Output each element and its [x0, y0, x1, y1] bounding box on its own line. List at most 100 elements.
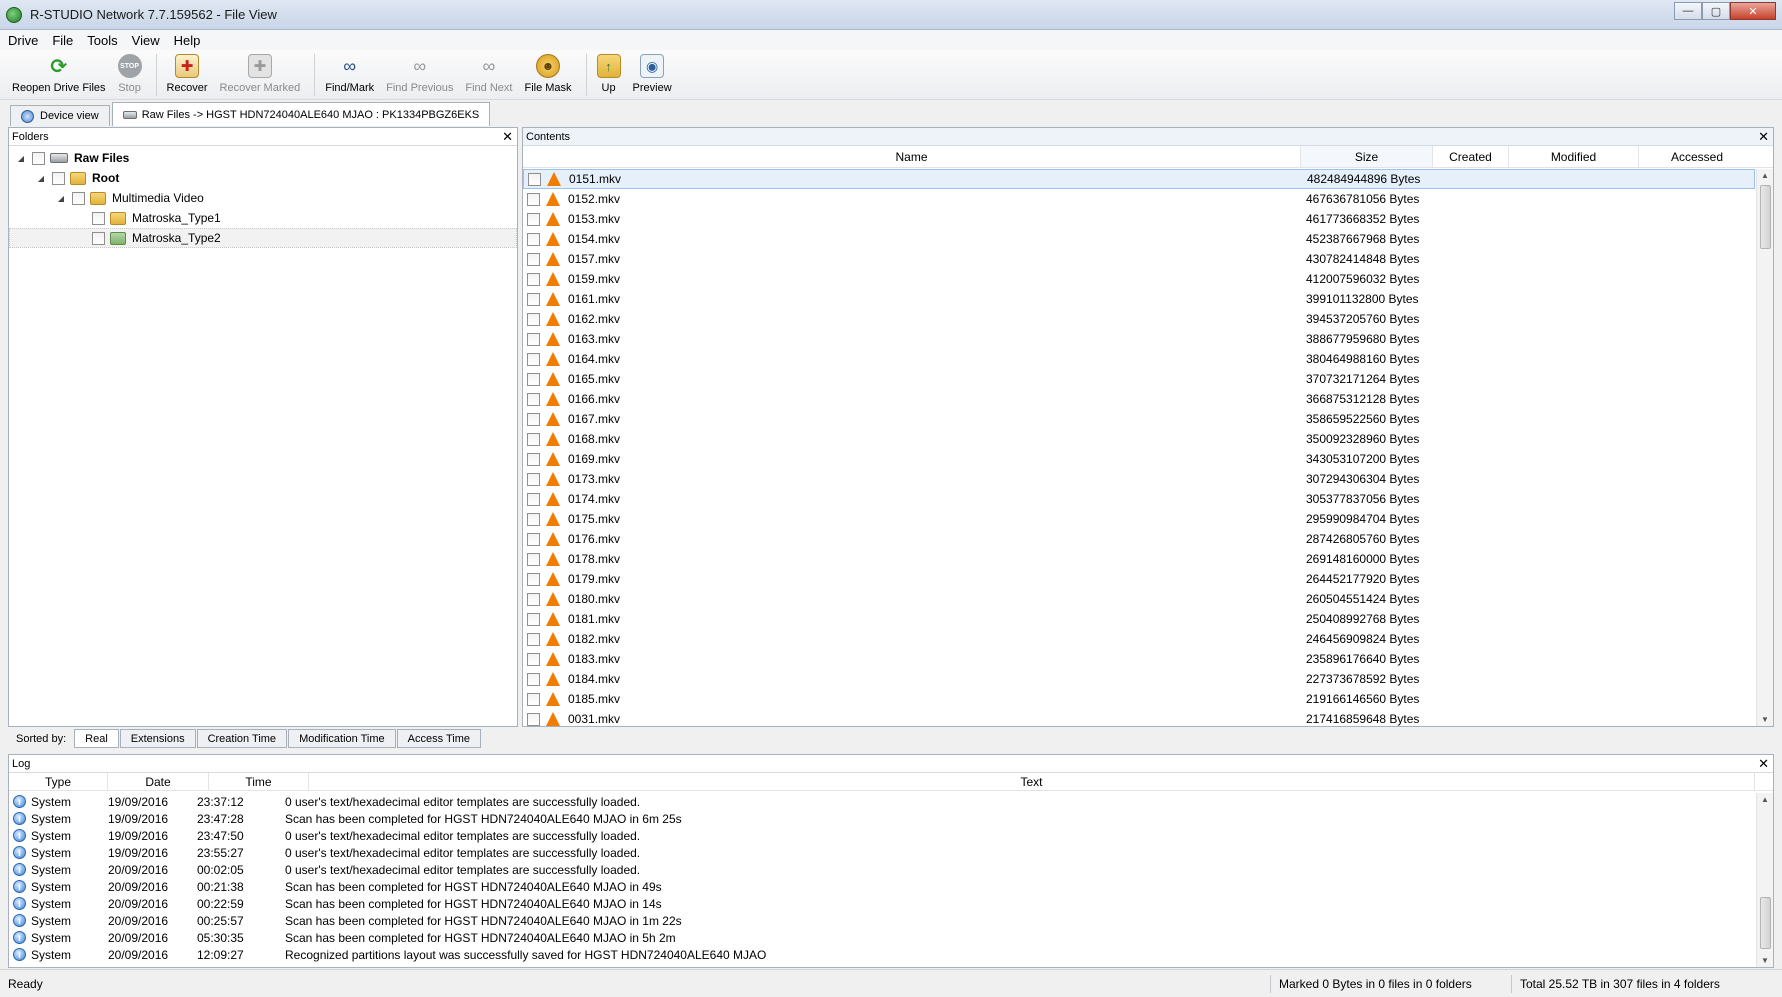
checkbox[interactable]	[92, 211, 105, 225]
find-next-button[interactable]: ∞ Find Next	[461, 54, 516, 95]
checkbox[interactable]	[527, 692, 540, 706]
checkbox[interactable]	[527, 652, 540, 666]
file-row[interactable]: 0179.mkv 264452177920 Bytes	[523, 569, 1755, 589]
file-row[interactable]: 0154.mkv 452387667968 Bytes	[523, 229, 1755, 249]
file-row[interactable]: 0161.mkv 399101132800 Bytes	[523, 289, 1755, 309]
log-row[interactable]: i System 19/09/2016 23:47:50 0 user's text/h…	[9, 827, 1755, 844]
close-icon[interactable]: ✕	[1758, 129, 1769, 145]
checkbox[interactable]	[528, 172, 541, 186]
scroll-up-icon[interactable]: ▲	[1761, 171, 1769, 180]
file-row[interactable]: 0183.mkv 235896176640 Bytes	[523, 649, 1755, 669]
close-window-button[interactable]: ✕	[1730, 2, 1776, 20]
checkbox[interactable]	[527, 372, 540, 386]
checkbox[interactable]	[527, 332, 540, 346]
file-row[interactable]: 0168.mkv 350092328960 Bytes	[523, 429, 1755, 449]
sort-tab-real[interactable]: Real	[74, 729, 119, 748]
file-row[interactable]: 0169.mkv 343053107200 Bytes	[523, 449, 1755, 469]
checkbox[interactable]	[527, 292, 540, 306]
checkbox[interactable]	[52, 171, 65, 185]
menu-view[interactable]: View	[132, 33, 160, 48]
log-row[interactable]: i System 19/09/2016 23:55:27 0 user's text/h…	[9, 844, 1755, 861]
file-row[interactable]: 0180.mkv 260504551424 Bytes	[523, 589, 1755, 609]
file-row[interactable]: 0181.mkv 250408992768 Bytes	[523, 609, 1755, 629]
file-row[interactable]: 0152.mkv 467636781056 Bytes	[523, 189, 1755, 209]
column-size[interactable]: Size	[1301, 146, 1433, 167]
log-row[interactable]: i System 20/09/2016 00:22:59 Scan has been c…	[9, 895, 1755, 912]
column-text[interactable]: Text	[309, 773, 1755, 790]
file-row[interactable]: 0184.mkv 227373678592 Bytes	[523, 669, 1755, 689]
checkbox[interactable]	[527, 192, 540, 206]
sort-tab-creation-time[interactable]: Creation Time	[196, 729, 288, 748]
tree-item-matroska-type2[interactable]: Matroska_Type2	[9, 228, 517, 248]
sort-tab-extensions[interactable]: Extensions	[119, 729, 196, 748]
sort-tab-access-time[interactable]: Access Time	[396, 729, 482, 748]
column-type[interactable]: Type	[9, 773, 108, 790]
checkbox[interactable]	[92, 231, 105, 245]
file-row[interactable]: 0159.mkv 412007596032 Bytes	[523, 269, 1755, 289]
scroll-down-icon[interactable]: ▼	[1761, 715, 1769, 724]
collapse-toggle-icon[interactable]: ◢	[55, 194, 67, 203]
find-previous-button[interactable]: ∞ Find Previous	[382, 54, 457, 95]
tab-raw-files[interactable]: Raw Files -> HGST HDN724040ALE640 MJAO :…	[111, 102, 491, 126]
column-date[interactable]: Date	[108, 773, 209, 790]
file-row[interactable]: 0166.mkv 366875312128 Bytes	[523, 389, 1755, 409]
checkbox[interactable]	[527, 512, 540, 526]
minimize-button[interactable]: —	[1674, 2, 1702, 20]
column-modified[interactable]: Modified	[1509, 146, 1639, 167]
scrollbar-thumb[interactable]	[1760, 897, 1771, 949]
tab-device-view[interactable]: Device view	[10, 105, 110, 126]
preview-button[interactable]: ◉ Preview	[629, 54, 676, 94]
log-row[interactable]: i System 20/09/2016 12:09:27 Recognized part…	[9, 946, 1755, 963]
tree-item-root[interactable]: ◢ Root	[9, 168, 517, 188]
checkbox[interactable]	[527, 672, 540, 686]
maximize-button[interactable]: ▢	[1702, 2, 1730, 20]
scroll-down-icon[interactable]: ▼	[1761, 956, 1769, 965]
file-row[interactable]: 0163.mkv 388677959680 Bytes	[523, 329, 1755, 349]
file-row[interactable]: 0153.mkv 461773668352 Bytes	[523, 209, 1755, 229]
menu-file[interactable]: File	[52, 33, 73, 48]
log-row[interactable]: i System 20/09/2016 00:21:38 Scan has been c…	[9, 878, 1755, 895]
log-row[interactable]: i System 20/09/2016 00:02:05 0 user's text/h…	[9, 861, 1755, 878]
checkbox[interactable]	[527, 472, 540, 486]
checkbox[interactable]	[527, 432, 540, 446]
checkbox[interactable]	[527, 412, 540, 426]
file-row[interactable]: 0167.mkv 358659522560 Bytes	[523, 409, 1755, 429]
checkbox[interactable]	[32, 151, 45, 165]
column-accessed[interactable]: Accessed	[1639, 146, 1755, 167]
file-row[interactable]: 0182.mkv 246456909824 Bytes	[523, 629, 1755, 649]
checkbox[interactable]	[72, 191, 85, 205]
close-icon[interactable]: ✕	[502, 129, 513, 145]
checkbox[interactable]	[527, 552, 540, 566]
file-row[interactable]: 0157.mkv 430782414848 Bytes	[523, 249, 1755, 269]
checkbox[interactable]	[527, 572, 540, 586]
log-row[interactable]: i System 19/09/2016 23:47:28 Scan has been c…	[9, 810, 1755, 827]
stop-button[interactable]: STOP Stop	[114, 54, 146, 94]
sort-tab-modification-time[interactable]: Modification Time	[288, 729, 396, 748]
file-row[interactable]: 0185.mkv 219166146560 Bytes	[523, 689, 1755, 709]
checkbox[interactable]	[527, 532, 540, 546]
checkbox[interactable]	[527, 272, 540, 286]
checkbox[interactable]	[527, 592, 540, 606]
recover-marked-button[interactable]: ✚ Recover Marked	[216, 54, 305, 94]
menu-tools[interactable]: Tools	[87, 33, 117, 48]
file-row[interactable]: 0174.mkv 305377837056 Bytes	[523, 489, 1755, 509]
file-row[interactable]: 0165.mkv 370732171264 Bytes	[523, 369, 1755, 389]
file-row[interactable]: 0164.mkv 380464988160 Bytes	[523, 349, 1755, 369]
checkbox[interactable]	[527, 452, 540, 466]
tree-item-matroska-type1[interactable]: Matroska_Type1	[9, 208, 517, 228]
log-row[interactable]: i System 19/09/2016 23:37:12 0 user's text/h…	[9, 793, 1755, 810]
checkbox[interactable]	[527, 712, 540, 726]
checkbox[interactable]	[527, 352, 540, 366]
file-row[interactable]: 0173.mkv 307294306304 Bytes	[523, 469, 1755, 489]
checkbox[interactable]	[527, 232, 540, 246]
column-name[interactable]: Name	[523, 146, 1301, 167]
contents-scrollbar[interactable]: ▲ ▼	[1756, 169, 1773, 726]
scrollbar-thumb[interactable]	[1760, 185, 1771, 249]
file-mask-button[interactable]: ☻ File Mask	[520, 54, 575, 94]
log-scrollbar[interactable]: ▲ ▼	[1756, 793, 1773, 967]
file-row[interactable]: 0162.mkv 394537205760 Bytes	[523, 309, 1755, 329]
file-row[interactable]: 0151.mkv 482484944896 Bytes	[523, 169, 1755, 189]
file-row[interactable]: 0176.mkv 287426805760 Bytes	[523, 529, 1755, 549]
checkbox[interactable]	[527, 392, 540, 406]
recover-button[interactable]: ✚ Recover	[163, 54, 212, 94]
